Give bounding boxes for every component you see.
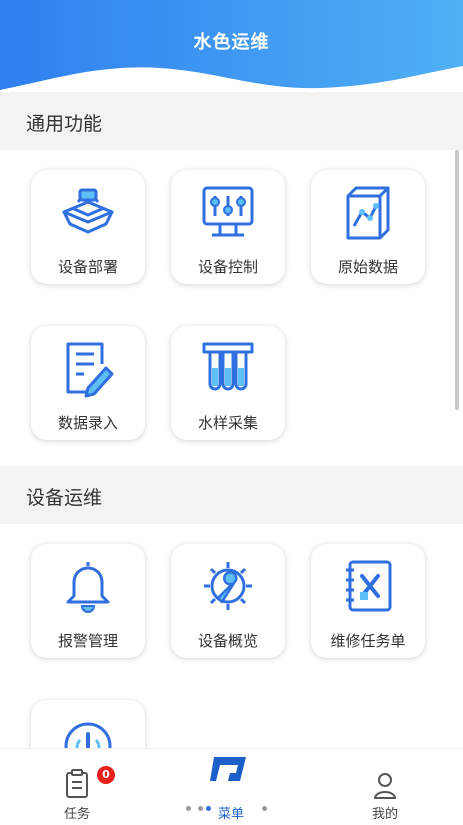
tile-device-deploy[interactable]: 设备部署 [31,170,145,284]
section-header-general: 通用功能 [0,92,463,150]
device-control-icon [202,186,254,237]
device-overview-icon [204,562,252,610]
page-title: 水色运维 [193,32,270,53]
tab-label: 任务 [63,807,90,822]
tile-label: 设备控制 [197,258,258,276]
tile-raw-data[interactable]: 原始数据 [311,170,425,284]
task-clipboard-icon [66,769,88,798]
app-header: 水色运维 [0,0,463,96]
tile-alarm-management[interactable]: 报警管理 [31,544,145,658]
tile-label: 设备部署 [57,258,118,276]
tab-label: 我的 [371,807,398,822]
alarm-bell-icon [66,562,110,613]
tab-label: 菜单 [217,807,244,822]
repair-task-icon [346,560,392,612]
scrollbar[interactable] [455,150,459,410]
tile-repair-task-list[interactable]: 维修任务单 [311,544,425,658]
tile-device-control[interactable]: 设备控制 [171,170,285,284]
tab-mine[interactable]: 我的 [330,749,440,825]
tile-label: 报警管理 [57,632,118,650]
section-title: 设备运维 [26,487,103,509]
user-profile-icon [374,773,396,799]
tile-device-overview[interactable]: 设备概览 [171,544,285,658]
tile-label: 数据录入 [57,414,118,432]
tile-label: 设备概览 [197,632,258,650]
bottom-tab-bar: 0 任务 菜单 我的 [0,748,463,825]
section-header-maintenance: 设备运维 [0,466,463,524]
task-count-badge: 0 [97,766,115,784]
tile-label: 维修任务单 [330,632,406,650]
section-title: 通用功能 [26,113,103,135]
water-sample-icon [202,342,254,391]
tile-label: 水样采集 [197,414,258,432]
tile-data-entry[interactable]: 数据录入 [31,326,145,440]
raw-data-icon [346,186,390,240]
data-entry-icon [66,342,114,398]
tile-label: 原始数据 [337,258,398,276]
device-deploy-icon [62,188,114,234]
tab-menu[interactable]: 菜单 [176,749,286,825]
menu-logo-icon [210,757,246,781]
tab-tasks[interactable]: 0 任务 [22,749,132,825]
tile-water-sample[interactable]: 水样采集 [171,326,285,440]
